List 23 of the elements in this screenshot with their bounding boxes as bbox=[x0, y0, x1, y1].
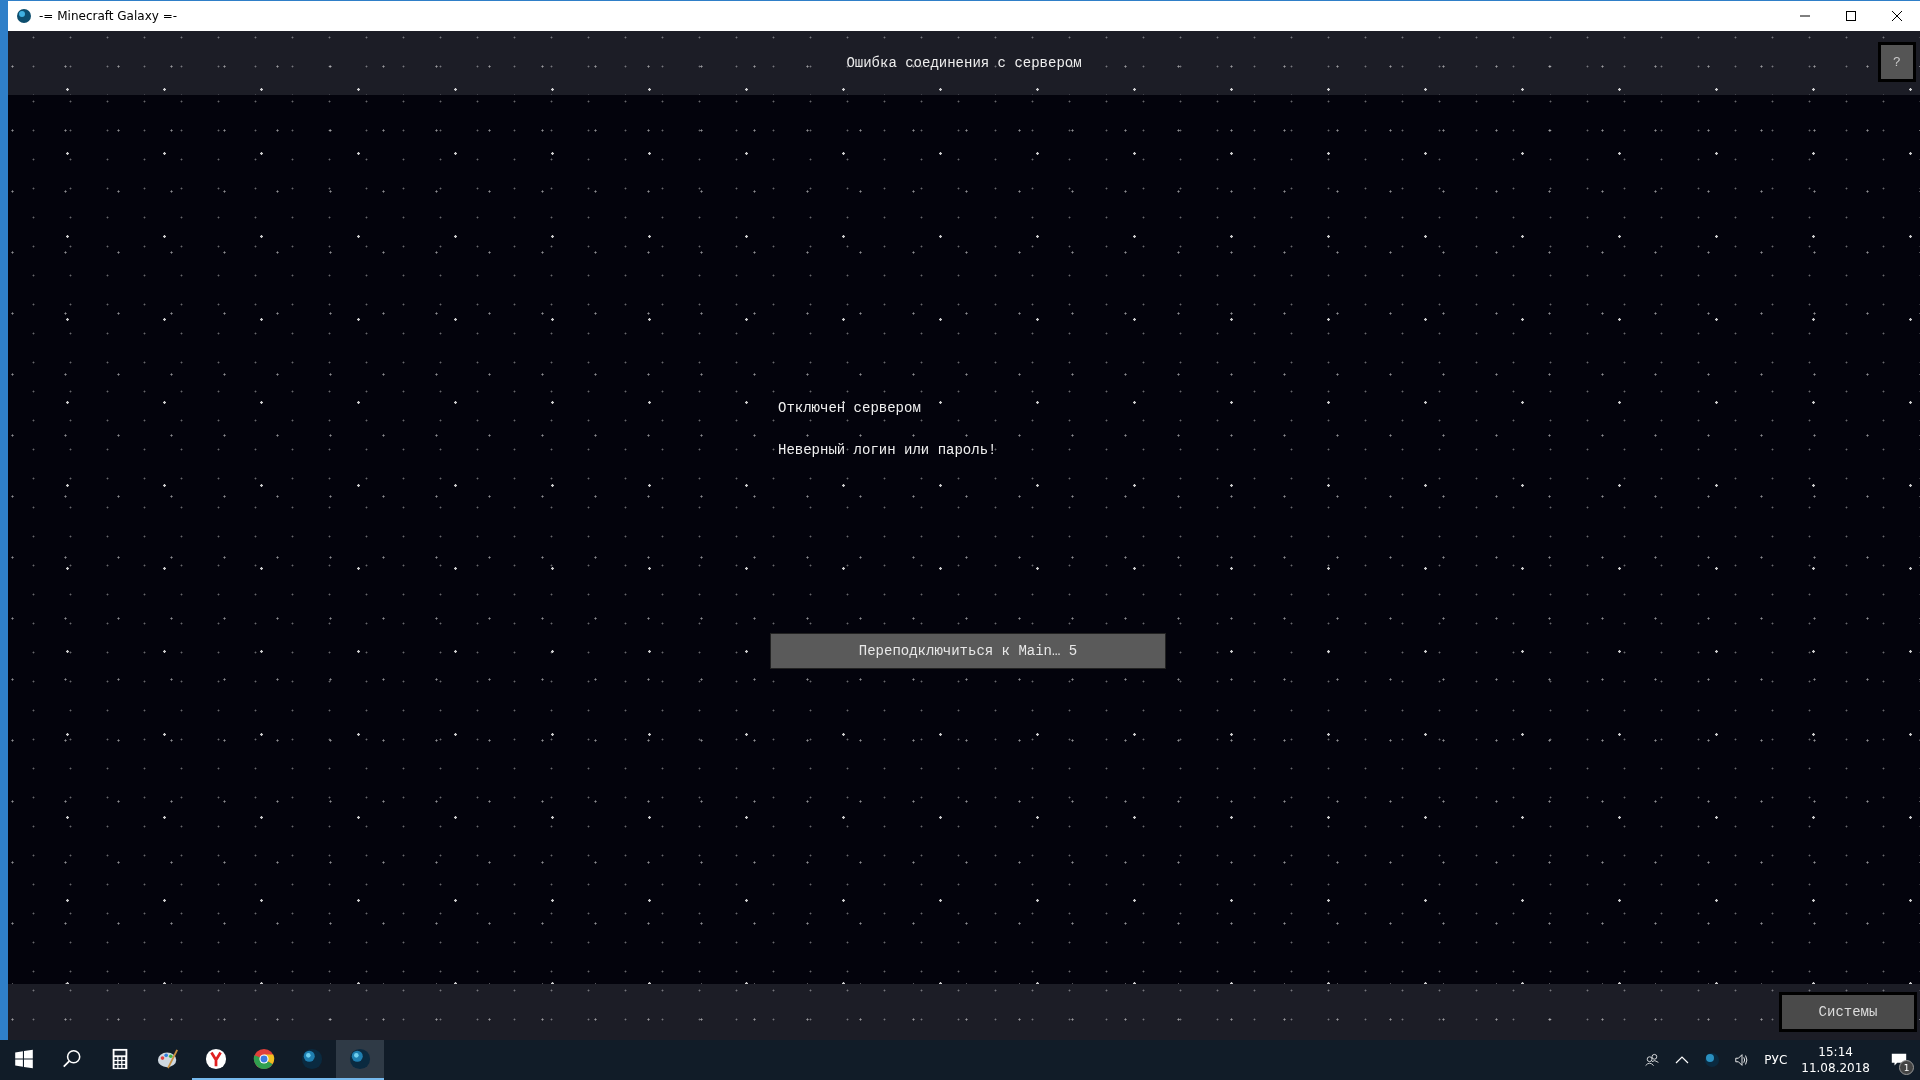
clock[interactable]: 15:14 11.08.2018 bbox=[1801, 1044, 1870, 1076]
chrome-icon bbox=[253, 1048, 275, 1070]
message-text: Отключен сервером bbox=[778, 400, 922, 416]
palette-icon bbox=[157, 1048, 179, 1070]
windows-icon bbox=[13, 1048, 35, 1070]
search-icon bbox=[61, 1048, 83, 1070]
globe-icon bbox=[301, 1048, 323, 1070]
clock-time: 15:14 bbox=[1818, 1044, 1853, 1060]
systems-button[interactable]: Системы bbox=[1779, 992, 1917, 1032]
globe-icon bbox=[16, 8, 32, 24]
clock-date: 11.08.2018 bbox=[1801, 1060, 1870, 1076]
window-title: -= Minecraft Galaxy =- bbox=[39, 9, 178, 23]
header-title: Ошибка соединения с сервером bbox=[846, 55, 1082, 71]
message-text: Неверный логин или пароль! bbox=[778, 442, 997, 458]
people-icon[interactable] bbox=[1644, 1052, 1661, 1068]
notification-badge: 1 bbox=[1899, 1060, 1914, 1075]
reconnect-button[interactable]: Переподключиться к Main… 5 bbox=[770, 633, 1166, 669]
globe-icon[interactable] bbox=[1704, 1052, 1721, 1068]
y-letter-icon bbox=[205, 1048, 227, 1070]
language-indicator[interactable]: РУС bbox=[1764, 1053, 1788, 1067]
globe-icon bbox=[349, 1048, 371, 1070]
help-button[interactable]: ? bbox=[1878, 42, 1916, 82]
taskbar-button[interactable] bbox=[336, 1040, 384, 1080]
